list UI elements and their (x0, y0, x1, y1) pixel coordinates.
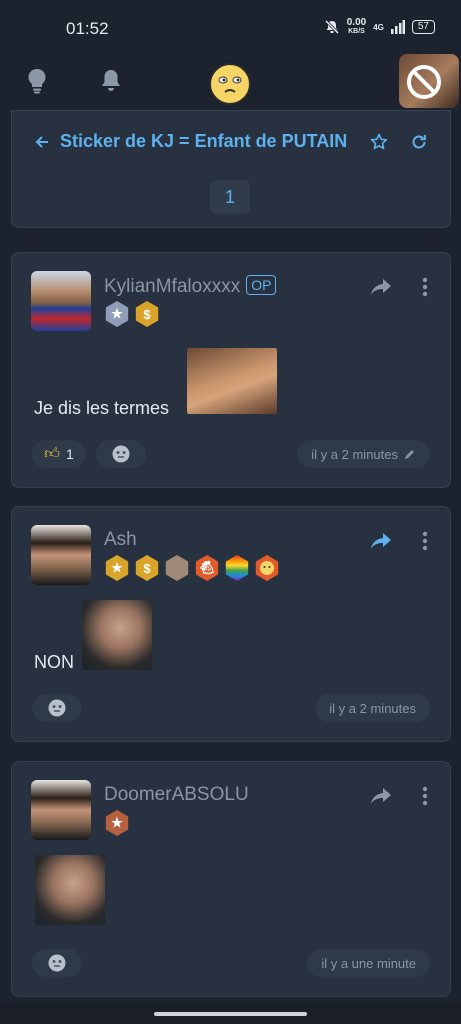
username-text: KylianMfaloxxxx (104, 276, 241, 297)
more-options-icon[interactable] (422, 786, 428, 806)
react-button[interactable] (32, 694, 82, 722)
username[interactable]: Ash (104, 529, 137, 551)
network-type: 4G (373, 22, 384, 32)
lightbulb-icon[interactable] (26, 68, 48, 94)
more-options-icon[interactable] (422, 531, 428, 551)
more-options-icon[interactable] (422, 277, 428, 297)
blocked-icon (407, 65, 441, 99)
status-indicators: 0.00 KB/S 4G 57 (324, 18, 435, 36)
badge-list: ★ $ 🐔︎ (104, 555, 280, 581)
app-bar (0, 56, 461, 116)
react-button[interactable] (96, 440, 146, 468)
battery-indicator: 57 (411, 20, 435, 34)
username[interactable]: DoomerABSOLU (104, 784, 249, 806)
like-button[interactable]: 👍︎ 1 (32, 440, 86, 468)
avatar[interactable] (31, 780, 91, 840)
topic-actions (370, 133, 428, 151)
timestamp-text: il y a une minute (321, 955, 416, 971)
topic-header: Sticker de KJ = Enfant de PUTAIN 1 (11, 110, 451, 228)
dollar-badge-icon[interactable]: $ (135, 555, 159, 581)
home-gesture-handle[interactable] (154, 1012, 307, 1016)
page-number-button[interactable]: 1 (210, 180, 250, 214)
share-icon[interactable] (370, 532, 392, 550)
refresh-icon[interactable] (410, 133, 428, 151)
dollar-badge-icon[interactable]: $ (135, 301, 159, 327)
bell-icon[interactable] (99, 68, 123, 94)
username-text: DoomerABSOLU (104, 784, 249, 805)
net-speed: 0.00 KB/S (347, 18, 366, 36)
star-badge-icon[interactable]: ★ (105, 301, 129, 327)
face-badge-icon[interactable] (165, 555, 189, 581)
post-timestamp: il y a une minute (307, 949, 430, 977)
emoji-face-icon (48, 699, 66, 717)
share-icon[interactable] (370, 787, 392, 805)
logo-face-icon[interactable] (208, 62, 252, 106)
edited-pencil-icon (405, 450, 414, 459)
avatar[interactable] (31, 271, 91, 331)
like-count: 1 (65, 446, 74, 462)
post-timestamp: il y a 2 minutes (315, 694, 430, 722)
badge-list: ★ $ (104, 301, 160, 327)
smiley-face-icon (260, 561, 274, 575)
post-card: DoomerABSOLU ★ il y a une minute (11, 761, 451, 997)
post-card: Ash ★ $ 🐔︎ NON il y a 2 minutes (11, 506, 451, 742)
user-avatar[interactable] (399, 54, 459, 108)
post-actions (370, 531, 428, 551)
smiley-badge-icon[interactable] (255, 555, 279, 581)
username[interactable]: KylianMfaloxxxx OP (104, 275, 277, 298)
timestamp-text: il y a 2 minutes (329, 700, 416, 716)
post-text: NON (34, 652, 74, 672)
topic-title: Sticker de KJ = Enfant de PUTAIN (60, 131, 348, 151)
emoji-face-icon (48, 954, 66, 972)
avatar[interactable] (31, 525, 91, 585)
timestamp-text: il y a 2 minutes (311, 446, 398, 462)
thumbs-up-icon: 👍︎ (44, 445, 60, 462)
star-badge-icon[interactable]: ★ (105, 810, 129, 836)
star-icon[interactable] (370, 133, 388, 151)
signal-icon (390, 20, 405, 34)
username-text: Ash (104, 529, 137, 550)
badge-list: ★ (104, 810, 130, 836)
op-badge: OP (246, 275, 277, 295)
chicken-badge-icon[interactable]: 🐔︎ (195, 555, 219, 581)
post-card: KylianMfaloxxxx OP ★ $ Je dis les termes … (11, 252, 451, 488)
star-badge-icon[interactable]: ★ (105, 555, 129, 581)
bell-muted-icon (324, 19, 339, 35)
post-actions (370, 786, 428, 806)
status-time: 01:52 (66, 19, 109, 38)
net-speed-unit: KB/S (348, 28, 365, 35)
sticker-image[interactable] (82, 600, 152, 670)
share-icon[interactable] (370, 278, 392, 296)
react-button[interactable] (32, 949, 82, 977)
rainbow-badge-icon[interactable] (225, 555, 249, 581)
post-actions (370, 277, 428, 297)
post-text: Je dis les termes (34, 398, 170, 418)
post-timestamp: il y a 2 minutes (297, 440, 430, 468)
status-bar: 01:52 0.00 KB/S 4G 57 (0, 0, 461, 56)
sticker-image[interactable] (35, 855, 105, 925)
sticker-image[interactable] (187, 348, 277, 414)
system-nav-bar (0, 1004, 461, 1024)
topic-title-row: Sticker de KJ = Enfant de PUTAIN (34, 131, 347, 152)
back-arrow-icon[interactable] (34, 134, 50, 150)
emoji-face-icon (112, 445, 130, 463)
